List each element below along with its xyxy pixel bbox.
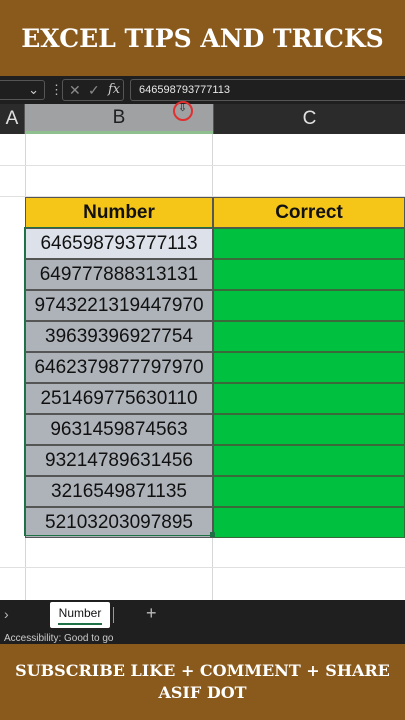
divider bbox=[113, 607, 114, 623]
number-cell[interactable]: 251469775630110 bbox=[25, 383, 213, 414]
column-headers: A B C bbox=[0, 104, 405, 134]
table-row: 93214789631456 bbox=[25, 445, 405, 476]
table-row: 251469775630110 bbox=[25, 383, 405, 414]
table-row: 649777888313131 bbox=[25, 259, 405, 290]
number-cell[interactable]: 39639396927754 bbox=[25, 321, 213, 352]
banner-line-2: ASIF DOT bbox=[158, 683, 247, 702]
header-correct[interactable]: Correct bbox=[213, 197, 405, 228]
number-cell[interactable]: 3216549871135 bbox=[25, 476, 213, 507]
fill-handle[interactable] bbox=[210, 532, 215, 537]
table-row: 9743221319447970 bbox=[25, 290, 405, 321]
correct-cell[interactable] bbox=[213, 259, 405, 290]
sheet-tab-number[interactable]: Number bbox=[50, 602, 110, 628]
sheet-tab-bar: › Number + bbox=[0, 600, 405, 630]
chevron-down-icon[interactable]: ⌄ bbox=[28, 81, 39, 99]
check-icon[interactable]: ✓ bbox=[88, 81, 100, 99]
banner-line-1: SUBSCRIBE LIKE + COMMENT + SHARE bbox=[15, 661, 390, 680]
name-box-dropdown[interactable]: ⌄ bbox=[0, 80, 45, 100]
formula-functions: ✕ ✓ fx bbox=[62, 79, 124, 101]
formula-input[interactable]: 646598793777113 bbox=[130, 79, 405, 101]
banner-title: EXCEL TIPS AND TRICKS bbox=[21, 23, 384, 53]
number-cell[interactable]: 649777888313131 bbox=[25, 259, 213, 290]
top-banner: EXCEL TIPS AND TRICKS bbox=[0, 0, 405, 76]
table-row: 52103203097895 bbox=[25, 507, 405, 538]
table-row: 6462379877797970 bbox=[25, 352, 405, 383]
bottom-banner: SUBSCRIBE LIKE + COMMENT + SHARE ASIF DO… bbox=[0, 644, 405, 720]
number-cell[interactable]: 9631459874563 bbox=[25, 414, 213, 445]
correct-cell[interactable] bbox=[213, 383, 405, 414]
grid-line bbox=[0, 165, 405, 166]
correct-cell[interactable] bbox=[213, 352, 405, 383]
close-icon[interactable]: ✕ bbox=[69, 81, 81, 99]
plus-icon[interactable]: + bbox=[146, 603, 157, 624]
correct-cell[interactable] bbox=[213, 290, 405, 321]
sheet-tab-label: Number bbox=[58, 606, 102, 620]
table-row: 9631459874563 bbox=[25, 414, 405, 445]
number-cell[interactable]: 646598793777113 bbox=[25, 228, 213, 259]
mouse-cursor-icon: ⇩ bbox=[173, 101, 193, 121]
correct-cell[interactable] bbox=[213, 445, 405, 476]
correct-cell[interactable] bbox=[213, 476, 405, 507]
active-tab-indicator bbox=[58, 623, 102, 625]
correct-cell[interactable] bbox=[213, 228, 405, 259]
formula-bar: ⌄ ⋮ ✕ ✓ fx 646598793777113 bbox=[0, 76, 405, 104]
column-header-a[interactable]: A bbox=[0, 104, 25, 134]
number-cell[interactable]: 52103203097895 bbox=[25, 507, 213, 538]
number-cell[interactable]: 6462379877797970 bbox=[25, 352, 213, 383]
number-cell[interactable]: 93214789631456 bbox=[25, 445, 213, 476]
correct-cell[interactable] bbox=[213, 414, 405, 445]
grid-line bbox=[0, 567, 405, 568]
table-row: 646598793777113 bbox=[25, 228, 405, 259]
number-cell[interactable]: 9743221319447970 bbox=[25, 290, 213, 321]
column-header-c[interactable]: C bbox=[213, 104, 405, 134]
table-row: 3216549871135 bbox=[25, 476, 405, 507]
table-row: 39639396927754 bbox=[25, 321, 405, 352]
correct-cell[interactable] bbox=[213, 507, 405, 538]
chevron-right-icon[interactable]: › bbox=[4, 606, 9, 622]
insert-function-button[interactable]: fx bbox=[108, 81, 120, 99]
formula-value: 646598793777113 bbox=[139, 84, 230, 96]
correct-cell[interactable] bbox=[213, 321, 405, 352]
header-number[interactable]: Number bbox=[25, 197, 213, 228]
